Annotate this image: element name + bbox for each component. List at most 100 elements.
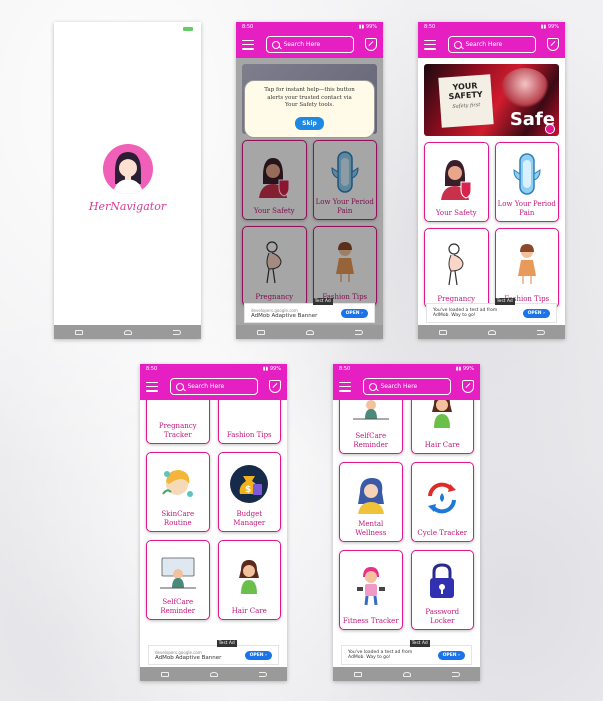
menu-icon[interactable] [339, 381, 351, 392]
menu-icon[interactable] [242, 39, 254, 50]
app-bar: Search Here [236, 31, 383, 58]
search-placeholder: Search Here [465, 41, 503, 48]
grid-screen-2: 8:50 ▮▮ 99% Search Here SelfCare Reminde… [333, 364, 480, 681]
sos-shield-icon[interactable] [365, 38, 377, 51]
tutorial-tooltip: Tap for instant help—this button alerts … [244, 80, 375, 138]
home-icon[interactable] [209, 671, 218, 677]
recent-apps-icon[interactable] [256, 329, 265, 335]
card-selfcare-reminder[interactable]: SelfCare Reminder [146, 540, 210, 620]
woman-avatar-icon [113, 152, 143, 194]
ad-title: AdMob Adaptive Banner [155, 654, 222, 661]
feature-grid: SelfCare Reminder Hair Care Mental Welln… [333, 400, 480, 630]
card-hair-care[interactable]: Hair Care [217, 540, 281, 620]
recent-apps-icon[interactable] [74, 329, 83, 335]
ad-open-label: OPEN [527, 310, 542, 316]
search-input[interactable]: Search Here [265, 36, 354, 53]
card-label: Low Your Period Pain [497, 200, 556, 217]
card-label: Budget Manager [233, 510, 266, 527]
status-time: 8:50 [242, 23, 254, 30]
mental-wellness-icon [357, 477, 384, 514]
home-icon[interactable] [402, 671, 411, 677]
ad-text: You've loaded a test ad from AdMob. Way … [433, 308, 503, 319]
ad-open-button[interactable]: OPEN › [244, 650, 272, 660]
selfcare-scene-icon [352, 400, 389, 419]
woman-shield-icon [441, 159, 472, 200]
sos-shield-icon[interactable] [269, 380, 281, 393]
search-placeholder: Search Here [283, 41, 321, 48]
search-icon [368, 382, 377, 391]
banner-title: YOUR SAFETY [448, 81, 483, 102]
card-label: Cycle Tracker [417, 528, 468, 537]
test-ad-label: Test Ad [494, 298, 515, 305]
card-label: SelfCare Reminder [353, 432, 389, 449]
card-fashion-tips[interactable]: Fashion Tips [494, 228, 559, 308]
ad-open-label: OPEN [442, 652, 457, 658]
card-pregnancy-tracker[interactable]: Pregnancy Tracker [146, 400, 210, 444]
ad-open-button[interactable]: OPEN › [437, 650, 465, 660]
card-skincare-routine[interactable]: SkinCare Routine [146, 452, 210, 532]
test-ad-label: Test Ad [216, 640, 237, 647]
ad-text: You've loaded a test ad from AdMob. Way … [348, 650, 418, 661]
system-nav-bar [333, 667, 480, 681]
status-bar: 8:50 ▮▮ 99% [333, 364, 480, 373]
ad-banner[interactable]: Test Ad You've loaded a test ad from AdM… [341, 640, 472, 665]
back-icon[interactable] [354, 329, 363, 335]
card-label: Password Locker [425, 608, 460, 625]
card-hair-care[interactable]: Hair Care [410, 400, 474, 454]
grid-screen-1: 8:50 ▮▮ 99% Search Here Pregnancy Tracke… [140, 364, 287, 681]
home-icon[interactable] [487, 329, 496, 335]
skincare-woman-icon [161, 469, 193, 497]
recent-apps-icon[interactable] [160, 671, 169, 677]
home-icon[interactable] [305, 329, 314, 335]
selfcare-scene-icon [159, 557, 196, 588]
status-time: 8:50 [146, 365, 158, 372]
card-fitness-tracker[interactable]: Fitness Tracker [339, 550, 403, 630]
system-nav-bar [54, 325, 201, 339]
ad-banner[interactable]: Test Ad developers.google.com AdMob Adap… [148, 640, 279, 665]
menu-icon[interactable] [424, 39, 436, 50]
feature-grid: Your Safety Low Your Period Pain Pregnan… [418, 142, 565, 308]
card-label: Hair Care [424, 440, 460, 449]
card-label: Your Safety [435, 208, 477, 217]
sos-shield-icon[interactable] [547, 38, 559, 51]
ad-banner[interactable]: Test Ad You've loaded a test ad from AdM… [426, 298, 557, 323]
card-cycle-tracker[interactable]: Cycle Tracker [410, 462, 474, 542]
search-input[interactable]: Search Here [362, 378, 451, 395]
banner-face-art [501, 68, 549, 108]
money-bag-icon: $ [230, 464, 269, 503]
home-screen: 8:50 ▮▮ 99% Search Here YOUR SAFETY Safe… [418, 22, 565, 339]
home-icon[interactable] [123, 329, 132, 335]
ad-open-button[interactable]: OPEN › [522, 308, 550, 318]
ad-open-label: OPEN [249, 652, 264, 658]
card-selfcare-reminder[interactable]: SelfCare Reminder [339, 400, 403, 454]
card-mental-wellness[interactable]: Mental Wellness [339, 462, 403, 542]
card-fashion-tips[interactable]: Fashion Tips [217, 400, 281, 444]
ad-title: You've loaded a test ad from AdMob. Way … [433, 307, 498, 319]
card-password-locker[interactable]: Password Locker [410, 550, 474, 630]
recent-apps-icon[interactable] [353, 671, 362, 677]
ad-open-label: OPEN [345, 310, 360, 316]
back-icon[interactable] [536, 329, 545, 335]
ad-banner[interactable]: Test Ad developers.google.com AdMob Adap… [244, 298, 375, 323]
back-icon[interactable] [451, 671, 460, 677]
app-bar: Search Here [140, 373, 287, 400]
back-icon[interactable] [258, 671, 267, 677]
ad-title: AdMob Adaptive Banner [251, 312, 318, 319]
card-label: Hair Care [231, 606, 267, 615]
ad-text: developers.google.com AdMob Adaptive Ban… [251, 308, 317, 319]
search-icon [453, 40, 462, 49]
back-icon[interactable] [172, 329, 181, 335]
card-pregnancy[interactable]: Pregnancy [424, 228, 489, 308]
search-input[interactable]: Search Here [447, 36, 536, 53]
recent-apps-icon[interactable] [438, 329, 447, 335]
search-input[interactable]: Search Here [169, 378, 258, 395]
safety-banner: YOUR SAFETY Safety first Safe [424, 64, 559, 136]
ad-open-button[interactable]: OPEN › [340, 308, 368, 318]
menu-icon[interactable] [146, 381, 158, 392]
card-period-pain[interactable]: Low Your Period Pain [494, 142, 559, 222]
sos-shield-icon[interactable] [462, 380, 474, 393]
card-budget-manager[interactable]: $ Budget Manager [217, 452, 281, 532]
pregnant-woman-icon [448, 243, 464, 285]
skip-button[interactable]: Skip [295, 116, 324, 130]
card-your-safety[interactable]: Your Safety [424, 142, 489, 222]
